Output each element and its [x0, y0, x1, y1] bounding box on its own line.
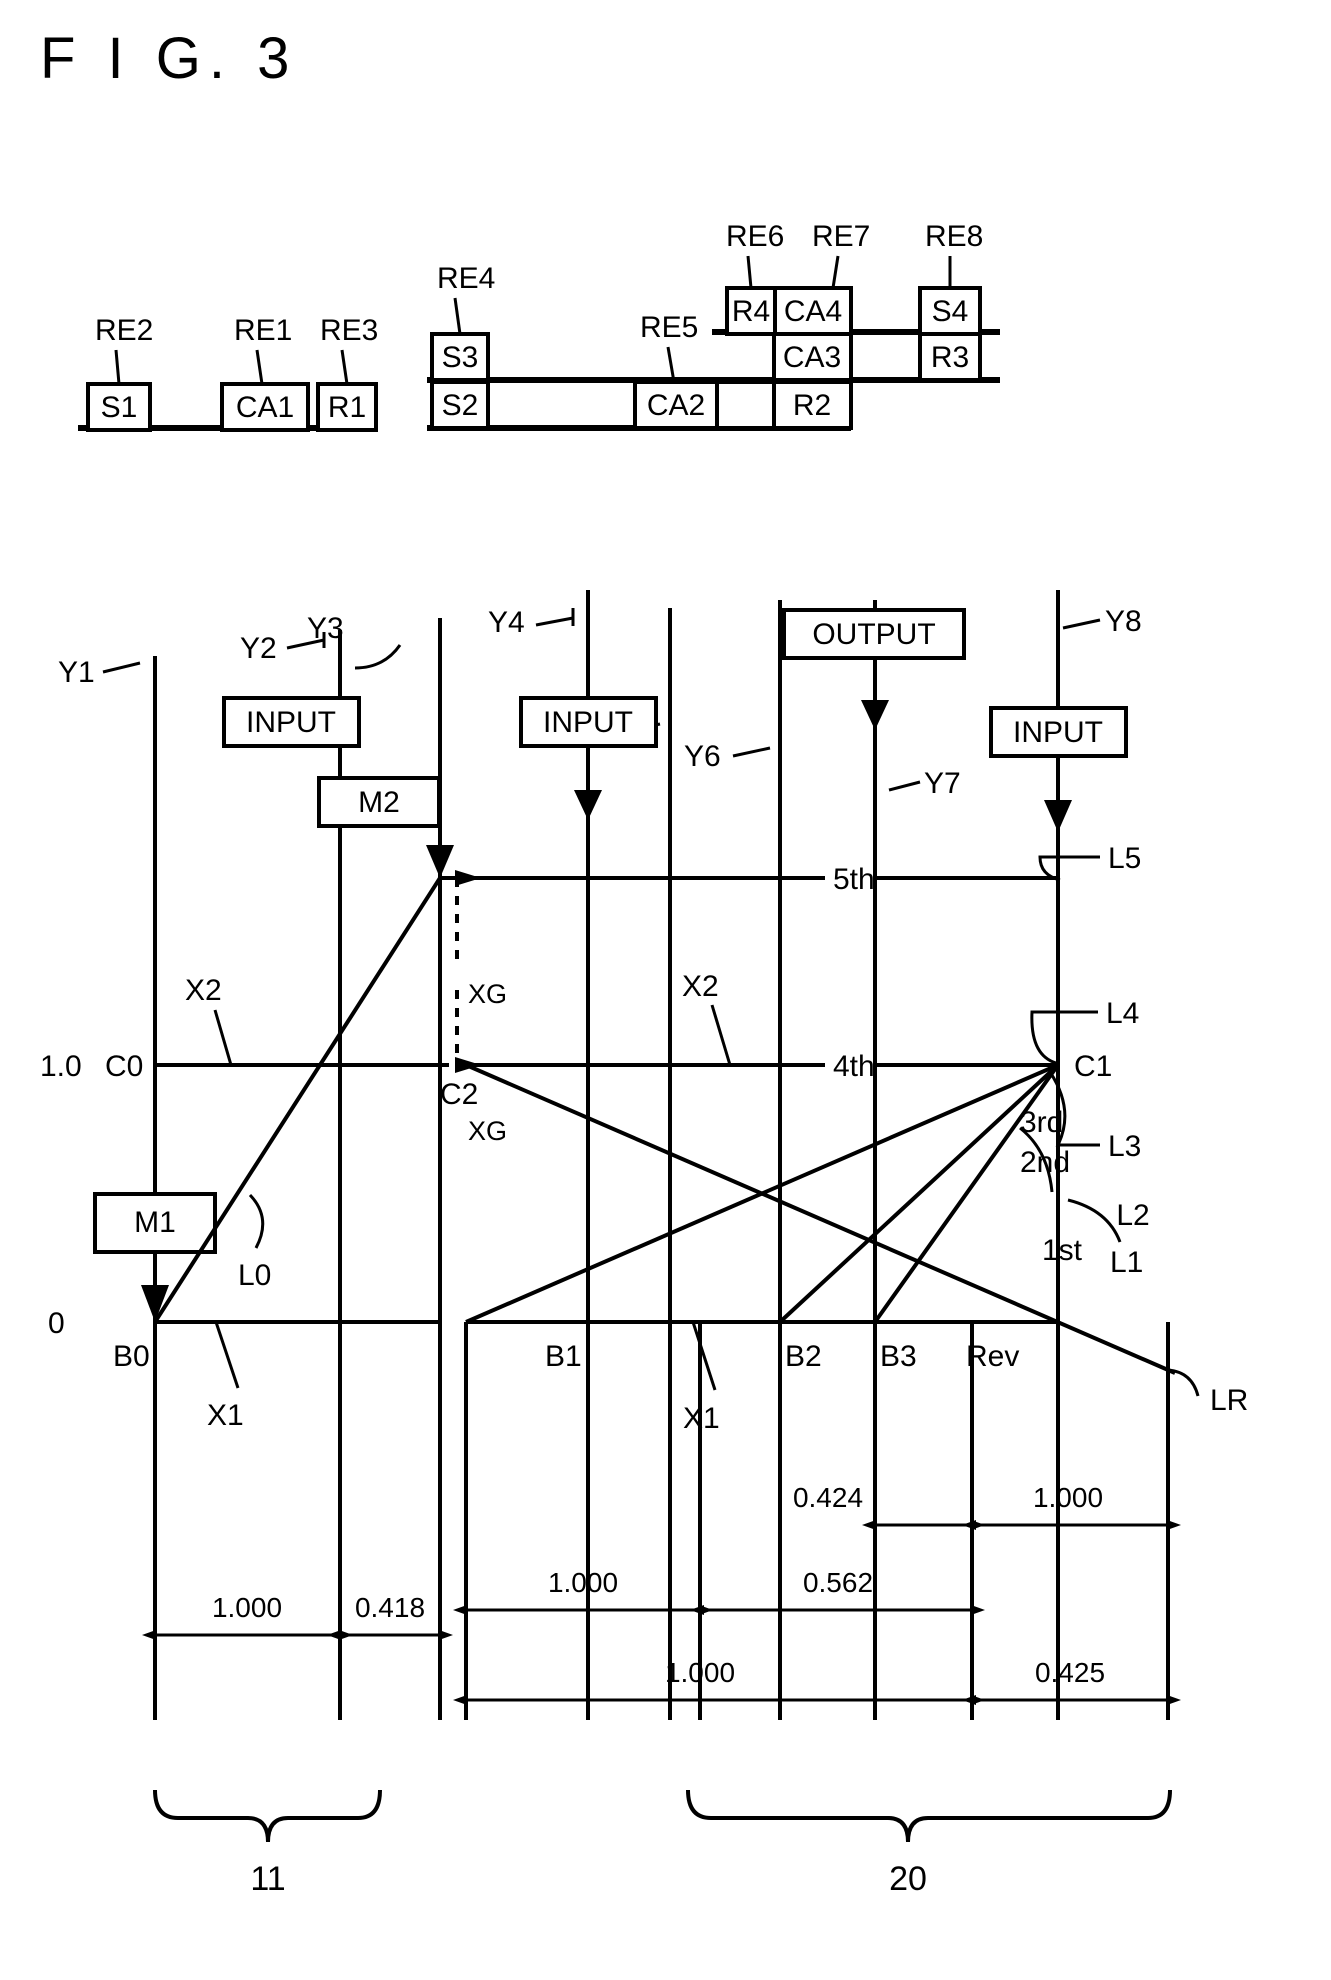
input-box-y4-label: INPUT [543, 706, 633, 739]
grid-label-x1-left: X1 [207, 1399, 244, 1432]
callout-lead-y8 [1062, 618, 1101, 630]
xg-label-upper: XG [468, 979, 507, 1009]
figure-title: F I G. 3 [40, 26, 297, 91]
dimension-value-left-1: 1.000 [212, 1592, 282, 1623]
callout-lead-l0 [248, 1193, 265, 1249]
callout-lead-x2-left [213, 1009, 233, 1066]
dimension-value-right-mid-2: 0.562 [803, 1567, 873, 1598]
callout-lead-y6 [732, 746, 771, 758]
scale-label-c2: C2 [440, 1078, 478, 1111]
lever-line-l2 [778, 1063, 1060, 1324]
dimension-value-right-mid-1: 1.000 [548, 1567, 618, 1598]
callout-re7: RE7 [812, 220, 870, 253]
xg-label-lower: XG [468, 1116, 507, 1146]
lever-label-l4: L4 [1106, 997, 1139, 1030]
base-label-b0: B0 [113, 1340, 150, 1373]
brace-right [686, 1789, 1172, 1843]
scale-value-one: 1.0 [40, 1050, 82, 1083]
lever-label-lr: LR [1210, 1384, 1248, 1417]
callout-lead-y1 [102, 661, 141, 674]
callout-lead-re6 [746, 255, 753, 289]
callout-lead-re5 [666, 346, 676, 383]
callout-lead-x1-right [691, 1321, 717, 1391]
axis-label-y2: Y2 [240, 632, 277, 665]
callout-re4: RE4 [437, 262, 495, 295]
callout-lead-re4 [453, 297, 462, 335]
axis-label-y7: Y7 [924, 767, 961, 800]
output-box-y7-label: OUTPUT [812, 618, 935, 651]
scale-label-c1: C1 [1074, 1050, 1112, 1083]
arrowhead-y4 [574, 790, 602, 820]
dimension-value-right-bottom-2: 0.425 [1035, 1657, 1105, 1688]
member-label-ca2: CA2 [647, 389, 705, 422]
arrowhead-y3 [426, 845, 454, 878]
axis-label-y6: Y6 [684, 740, 721, 773]
gear-label-1st: 1st [1042, 1234, 1083, 1267]
scale-value-zero: 0 [48, 1307, 65, 1340]
base-label-rev: Rev [966, 1340, 1019, 1373]
member-box-blank [715, 380, 776, 430]
callout-lead-y4 [535, 616, 574, 627]
figure-canvas: F I G. 3 S1 RE2 CA1 RE1 R1 RE3 S2 CA2 RE… [0, 0, 1331, 1975]
motor2-label: M2 [358, 786, 400, 819]
dimension-value-left-2: 0.418 [355, 1592, 425, 1623]
member-label-ca3: CA3 [783, 341, 841, 374]
callout-lead-x1-left [214, 1321, 240, 1389]
member-label-r2: R2 [793, 389, 831, 422]
arrowhead-xg-upper [455, 870, 481, 886]
callout-lead-y7 [888, 780, 921, 792]
callout-re6: RE6 [726, 220, 784, 253]
arrowhead-y8 [1044, 800, 1072, 832]
axis-label-y1: Y1 [58, 656, 95, 689]
axis-label-y8: Y8 [1105, 605, 1142, 638]
lever-label-l5: L5 [1108, 842, 1141, 875]
axis-label-y3: Y3 [307, 612, 344, 645]
grid-label-x2-right: X2 [682, 970, 719, 1003]
lever-label-l2: L2 [1116, 1199, 1149, 1232]
base-label-b3: B3 [880, 1340, 917, 1373]
member-label-r4: R4 [732, 295, 770, 328]
callout-lead-y3 [354, 644, 402, 670]
member-label-ca4: CA4 [784, 295, 842, 328]
callout-lead-re2 [114, 349, 121, 385]
dimension-value-right-top-2: 1.000 [1033, 1482, 1103, 1513]
lever-line-lr [465, 1063, 1176, 1375]
callout-lead-l5 [1038, 855, 1100, 882]
member-label-ca1: CA1 [236, 391, 294, 424]
callout-re5: RE5 [640, 311, 698, 344]
input-box-y8-label: INPUT [1013, 716, 1103, 749]
callout-re3: RE3 [320, 314, 378, 347]
member-label-s4: S4 [932, 295, 969, 328]
brace-left [153, 1789, 382, 1843]
arrowhead-y7 [861, 700, 889, 730]
gear-label-4th: 4th [833, 1050, 875, 1083]
member-label-s1: S1 [101, 391, 138, 424]
member-label-s3: S3 [442, 341, 479, 374]
base-label-b1: B1 [545, 1340, 582, 1373]
motor1-label: M1 [134, 1206, 176, 1239]
callout-lead-re1 [255, 349, 264, 385]
lever-label-l3: L3 [1108, 1130, 1141, 1163]
callout-lead-re7 [831, 255, 840, 289]
brace-label-20: 20 [889, 1860, 927, 1898]
base-label-b2: B2 [785, 1340, 822, 1373]
grid-label-x2-left: X2 [185, 974, 222, 1007]
lever-label-l0: L0 [238, 1259, 271, 1292]
lever-line-l0 [153, 876, 442, 1324]
input-box-y2-label: INPUT [246, 706, 336, 739]
lever-label-l1: L1 [1110, 1246, 1143, 1279]
callout-lead-x2-right [710, 1004, 732, 1066]
member-label-s2: S2 [442, 389, 479, 422]
callout-re1: RE1 [234, 314, 292, 347]
callout-lead-re3 [340, 349, 349, 385]
axis-label-y4: Y4 [488, 606, 525, 639]
callout-re2: RE2 [95, 314, 153, 347]
member-label-r1: R1 [328, 391, 366, 424]
scale-label-c0: C0 [105, 1050, 143, 1083]
dimension-value-right-top-1: 0.424 [793, 1482, 863, 1513]
brace-label-11: 11 [250, 1860, 285, 1898]
gear-label-5th: 5th [833, 863, 875, 896]
callout-re8: RE8 [925, 220, 983, 253]
member-label-r3: R3 [931, 341, 969, 374]
